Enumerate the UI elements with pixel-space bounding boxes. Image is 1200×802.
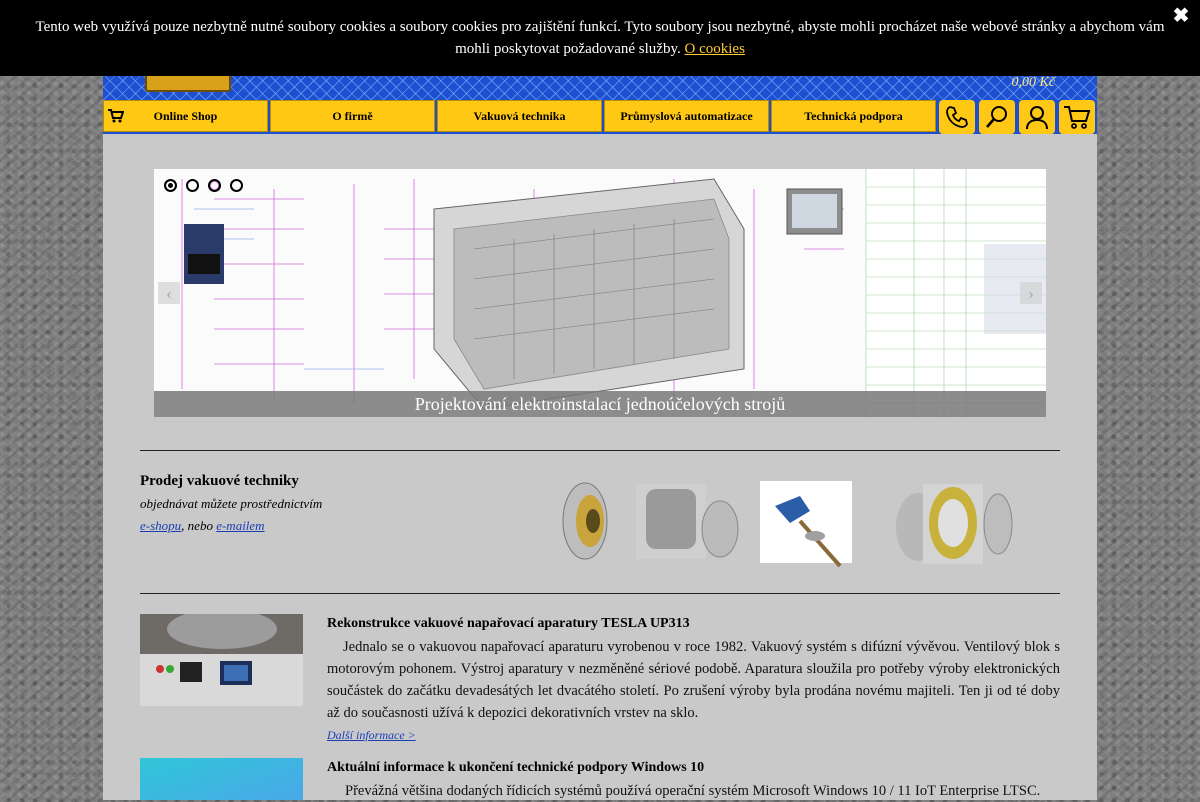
product-image-rings[interactable] <box>893 479 1018 584</box>
vacuum-links: e-shopu, nebo e-mailem <box>140 518 265 534</box>
product-image-flanges[interactable] <box>560 479 740 584</box>
slider-dot-1[interactable] <box>164 179 177 192</box>
shopping-cart-icon <box>108 109 125 127</box>
nav-item-prumyslova-automatizace[interactable]: Průmyslová automatizace <box>604 100 769 132</box>
vacuum-title: Prodej vakuové techniky <box>140 473 299 489</box>
nav-label: Průmyslová automatizace <box>620 108 753 123</box>
phone-icon[interactable] <box>939 100 975 134</box>
main-nav: Online Shop O firmě Vakuová technika Prů… <box>103 100 1097 134</box>
slider-dot-2[interactable] <box>186 179 199 192</box>
article-title[interactable]: Rekonstrukce vakuové napařovací aparatur… <box>327 616 690 632</box>
cookie-text: Tento web využívá pouze nezbytně nutné s… <box>35 19 1165 57</box>
article-image-windows[interactable] <box>140 758 303 800</box>
close-icon[interactable]: ✖ <box>1170 5 1192 27</box>
nav-label: Online Shop <box>153 108 218 123</box>
slider-caption: Projektování elektroinstalací jednoúčelo… <box>154 391 1046 417</box>
article-image-tesla[interactable] <box>140 609 303 706</box>
cart-icon[interactable] <box>1059 100 1095 134</box>
eshop-link[interactable]: e-shopu <box>140 518 181 533</box>
divider <box>140 593 1060 594</box>
nav-item-online-shop[interactable]: Online Shop <box>103 100 268 132</box>
cookie-message: Tento web využívá pouze nezbytně nutné s… <box>20 16 1180 60</box>
article-body: Převážná většina dodaných řídicích systé… <box>345 783 1041 799</box>
slider-next-arrow[interactable]: › <box>1020 282 1042 304</box>
email-link[interactable]: e-mailem <box>216 518 264 533</box>
article-body: Jednalo se o vakuovou napařovací aparatu… <box>327 639 1060 721</box>
more-info-link[interactable]: Další informace > <box>327 728 416 743</box>
user-icon[interactable] <box>1019 100 1055 134</box>
link-separator: , nebo <box>181 518 213 533</box>
nav-label: Technická podpora <box>804 108 903 123</box>
vacuum-subtitle: objednávat můžete prostřednictvím <box>140 496 323 511</box>
nav-item-o-firme[interactable]: O firmě <box>270 100 435 132</box>
slider-dot-4[interactable] <box>230 179 243 192</box>
article-title[interactable]: Aktuální informace k ukončení technické … <box>327 760 704 776</box>
cookie-link[interactable]: O cookies <box>685 41 745 57</box>
search-icon[interactable] <box>979 100 1015 134</box>
slider-prev-arrow[interactable]: ‹ <box>158 282 180 304</box>
divider <box>140 450 1060 451</box>
slider-dot-3[interactable] <box>208 179 221 192</box>
cart-total: 0,00 Kč <box>1011 75 1055 90</box>
nav-item-vakuova-technika[interactable]: Vakuová technika <box>437 100 602 132</box>
image-slider: ‹ › Projektování elektroinstalací jednoú… <box>154 169 1046 417</box>
main-content: ‹ › Projektování elektroinstalací jednoú… <box>103 134 1097 800</box>
slider-image <box>154 169 1046 417</box>
nav-label: Vakuová technika <box>473 108 566 123</box>
nav-item-technicka-podpora[interactable]: Technická podpora <box>771 100 936 132</box>
nav-label: O firmě <box>332 108 373 123</box>
cookie-bar: Tento web využívá pouze nezbytně nutné s… <box>0 0 1200 76</box>
product-image-sensor[interactable] <box>760 481 852 586</box>
